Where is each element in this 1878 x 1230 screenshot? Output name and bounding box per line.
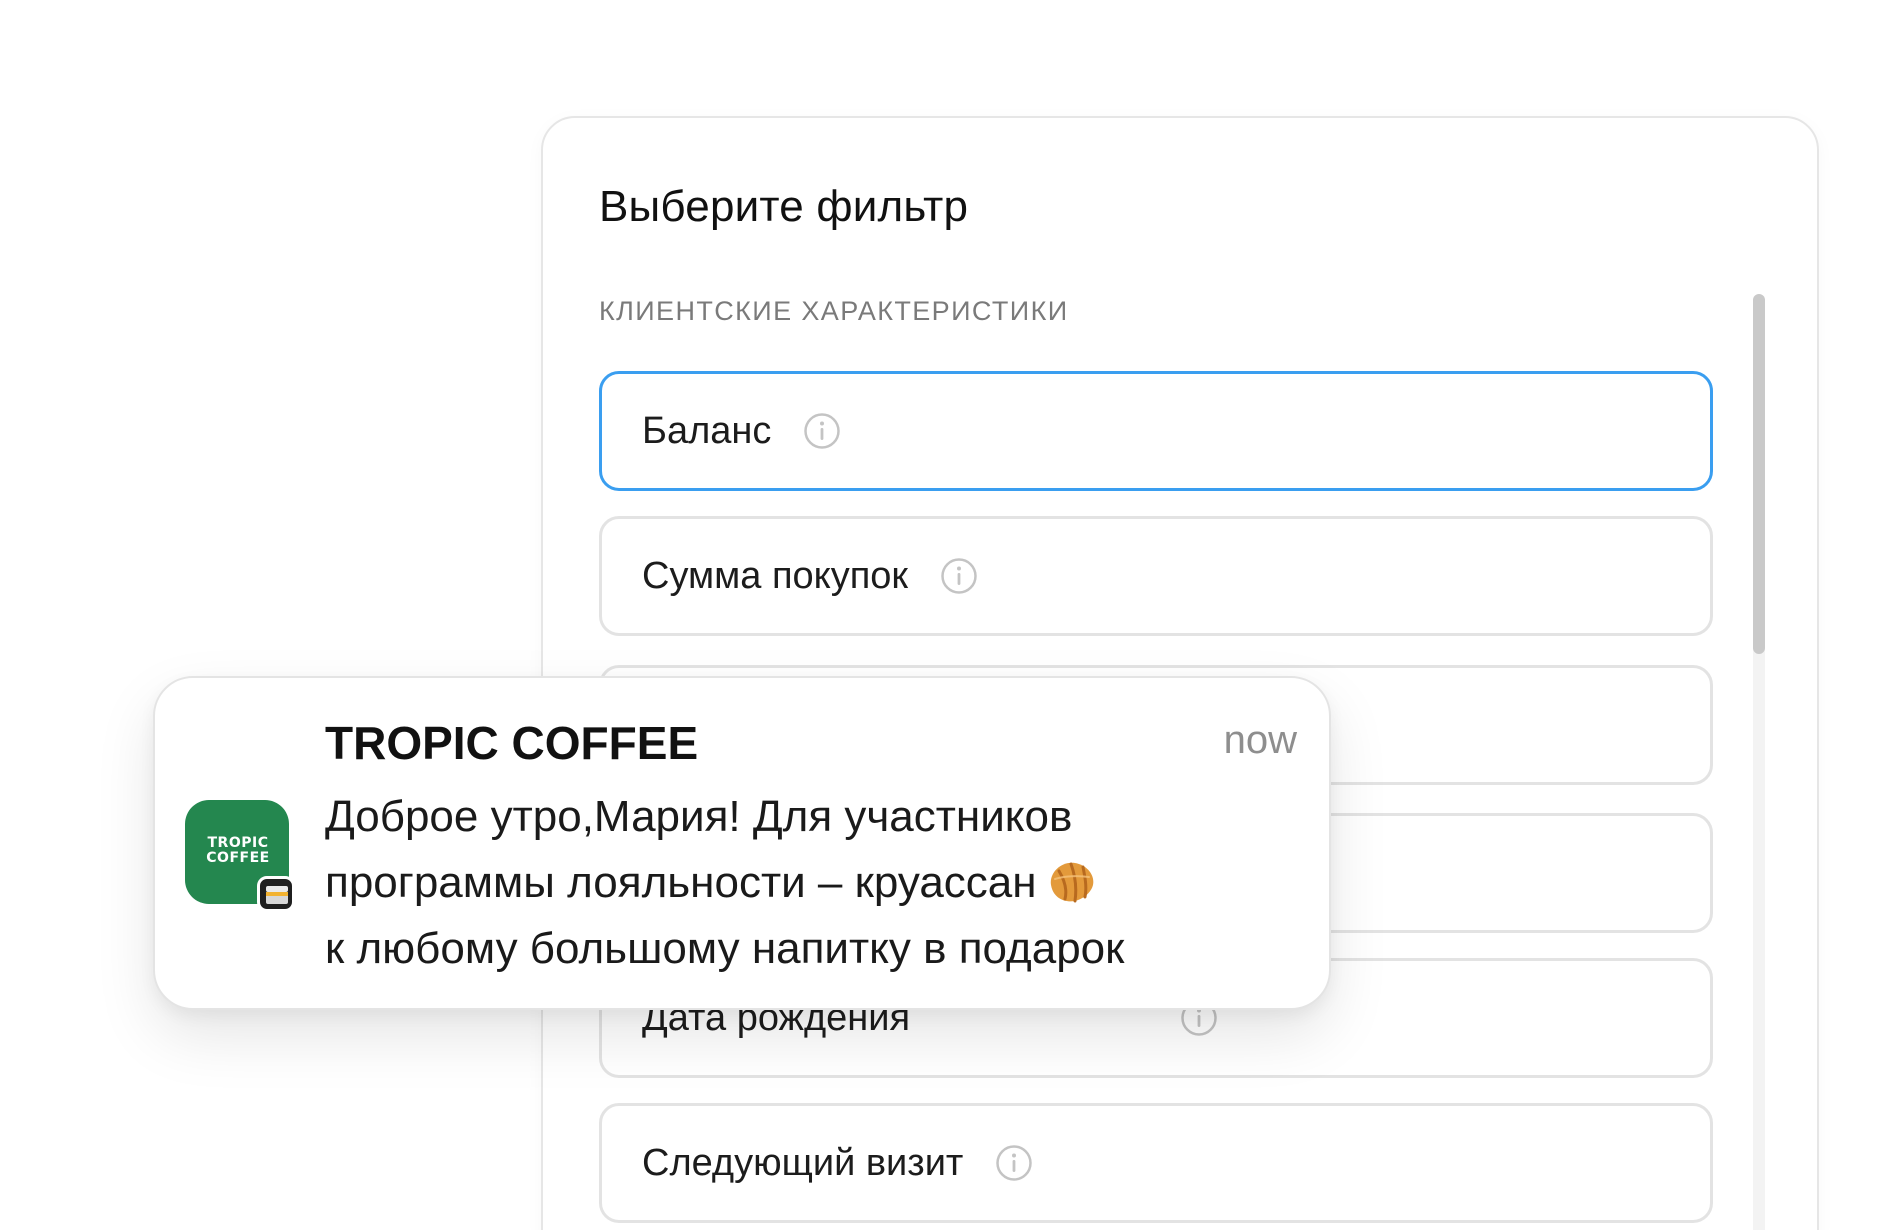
notification-body: Доброе утро,Мария! Для участников програ… — [325, 784, 1315, 982]
info-icon[interactable] — [995, 1144, 1033, 1182]
notification-line: Доброе утро,Мария! Для участников — [325, 792, 1073, 841]
notification-line-with-emoji: программы лояльности – круассан — [325, 850, 1315, 916]
croissant-icon — [1043, 855, 1099, 905]
section-label: КЛИЕНТСКИЕ ХАРАКТЕРИСТИКИ — [599, 296, 1069, 326]
notification-time: now — [1223, 718, 1297, 762]
filter-item-purchase-sum[interactable]: Сумма покупок — [599, 516, 1713, 636]
canvas: Выберите фильтр КЛИЕНТСКИЕ ХАРАКТЕРИСТИК… — [0, 0, 1878, 1230]
panel-title: Выберите фильтр — [599, 182, 969, 231]
filter-panel: Выберите фильтр КЛИЕНТСКИЕ ХАРАКТЕРИСТИК… — [541, 116, 1819, 1230]
notification-line: к любому большому напитку в подарок — [325, 924, 1125, 973]
app-icon-logo-line: COFFEE — [206, 850, 270, 866]
filter-item-label: Баланс — [642, 409, 772, 452]
filter-item-next-visit[interactable]: Следующий визит — [599, 1103, 1713, 1223]
scrollbar-thumb[interactable] — [1753, 294, 1765, 654]
push-notification[interactable]: TROPIC COFFEE TROPIC COFFEE now Доброе у… — [153, 676, 1331, 1010]
notification-line: программы лояльности – круассан — [325, 858, 1037, 907]
wallet-icon — [257, 876, 295, 912]
info-icon[interactable] — [803, 412, 841, 450]
info-icon[interactable] — [940, 557, 978, 595]
app-icon-logo-text: TROPIC COFFEE — [199, 836, 277, 866]
scrollbar-track[interactable] — [1753, 294, 1765, 1230]
app-icon-logo-line: TROPIC — [207, 835, 269, 851]
notification-title: TROPIC COFFEE — [325, 717, 699, 769]
filter-item-balance[interactable]: Баланс — [599, 371, 1713, 491]
filter-item-label: Следующий визит — [642, 1141, 964, 1184]
filter-item-label: Сумма покупок — [642, 554, 909, 597]
